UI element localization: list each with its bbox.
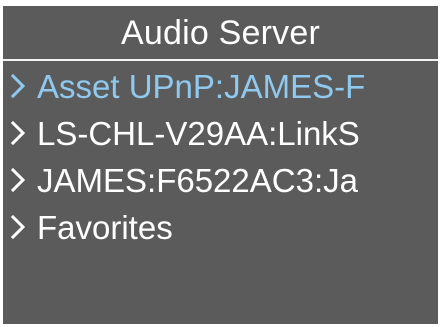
title-divider <box>3 59 438 61</box>
menu-item-asset-upnp[interactable]: Asset UPnP:JAMES-F <box>3 64 438 108</box>
page-title: Audio Server <box>121 13 320 52</box>
menu-item-favorites[interactable]: Favorites <box>3 205 438 249</box>
menu-item-label: Asset UPnP:JAMES-F <box>37 69 366 103</box>
audio-server-screen: Audio Server Asset UPnP:JAMES-F LS-CHL-V… <box>3 6 438 324</box>
chevron-right-icon <box>5 64 31 108</box>
chevron-right-icon <box>5 111 31 155</box>
menu-item-label: Favorites <box>37 210 173 244</box>
title-bar: Audio Server <box>3 6 438 59</box>
menu-item-james[interactable]: JAMES:F6522AC3:Ja <box>3 158 438 202</box>
menu-item-label: LS-CHL-V29AA:LinkS <box>37 116 360 150</box>
chevron-right-icon <box>5 205 31 249</box>
server-menu: Asset UPnP:JAMES-F LS-CHL-V29AA:LinkS JA… <box>3 64 438 254</box>
menu-item-label: JAMES:F6522AC3:Ja <box>37 163 358 197</box>
chevron-right-icon <box>5 158 31 202</box>
menu-item-ls-chl[interactable]: LS-CHL-V29AA:LinkS <box>3 111 438 155</box>
